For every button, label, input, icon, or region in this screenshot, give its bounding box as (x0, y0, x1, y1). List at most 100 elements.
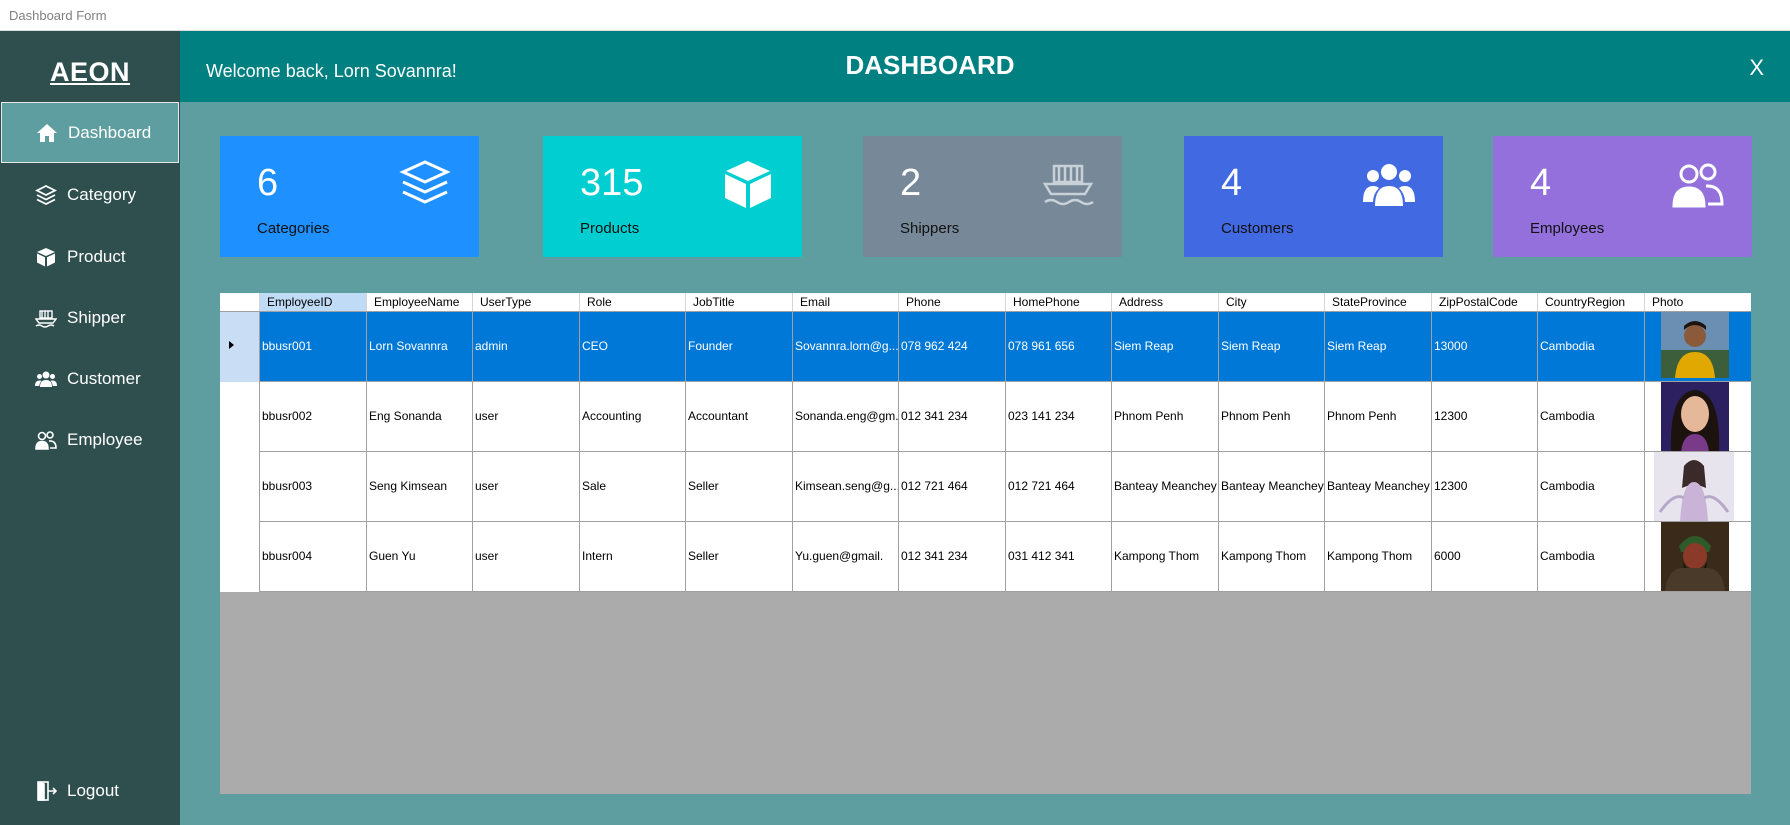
stat-value: 4 (1530, 162, 1552, 204)
table-cell[interactable]: Guen Yu (367, 522, 473, 591)
table-cell[interactable]: 012 341 234 (899, 522, 1006, 591)
header: Welcome back, Lorn Sovannra! DASHBOARD X (180, 31, 1790, 102)
table-header: EmployeeID EmployeeName UserType Role Jo… (220, 293, 1751, 312)
row-header[interactable] (220, 382, 260, 452)
table-row[interactable]: bbusr002 Eng Sonanda user Accounting Account… (220, 382, 1751, 452)
table-cell[interactable]: 031 412 341 (1006, 522, 1112, 591)
table-cell[interactable]: Seller (686, 452, 793, 521)
table-row[interactable]: bbusr004 Guen Yu user Intern Seller Yu.guen@g… (220, 522, 1751, 592)
column-header[interactable]: Phone (899, 293, 1006, 311)
table-cell[interactable]: Eng Sonanda (367, 382, 473, 451)
table-cell[interactable]: 078 962 424 (899, 312, 1006, 381)
table-cell[interactable]: Kampong Thom (1112, 522, 1219, 591)
table-cell[interactable]: Seller (686, 522, 793, 591)
table-cell[interactable]: Kampong Thom (1219, 522, 1325, 591)
table-cell[interactable]: 023 141 234 (1006, 382, 1112, 451)
table-cell[interactable]: 078 961 656 (1006, 312, 1112, 381)
sidebar-item-shipper[interactable]: Shipper (1, 287, 179, 348)
logout-icon (35, 780, 57, 802)
row-header[interactable] (220, 312, 260, 382)
table-cell[interactable]: bbusr004 (260, 522, 367, 591)
table-cell[interactable]: 12300 (1432, 382, 1538, 451)
column-header[interactable]: HomePhone (1006, 293, 1112, 311)
table-cell[interactable]: bbusr002 (260, 382, 367, 451)
column-header[interactable]: JobTitle (686, 293, 793, 311)
table-cell[interactable]: Siem Reap (1219, 312, 1325, 381)
table-cell[interactable]: Founder (686, 312, 793, 381)
table-cell[interactable]: Accountant (686, 382, 793, 451)
table-cell[interactable]: Banteay Meanchey (1325, 452, 1432, 521)
table-cell[interactable]: Banteay Meanchey (1219, 452, 1325, 521)
table-cell-photo[interactable] (1645, 382, 1751, 451)
table-cell[interactable]: user (473, 522, 580, 591)
table-cell[interactable]: Sovannra.lorn@g... (793, 312, 899, 381)
table-cell-photo[interactable] (1645, 522, 1751, 591)
sidebar-item-category[interactable]: Category (1, 164, 179, 225)
table-cell[interactable]: Siem Reap (1325, 312, 1432, 381)
sidebar-item-label: Shipper (67, 307, 126, 327)
employee-table[interactable]: EmployeeID EmployeeName UserType Role Jo… (220, 293, 1751, 794)
table-cell[interactable]: user (473, 382, 580, 451)
table-cell[interactable]: Siem Reap (1112, 312, 1219, 381)
table-cell[interactable]: Intern (580, 522, 686, 591)
table-cell[interactable]: CEO (580, 312, 686, 381)
table-cell[interactable]: Phnom Penh (1219, 382, 1325, 451)
table-cell[interactable]: 12300 (1432, 452, 1538, 521)
row-header[interactable] (220, 522, 260, 592)
table-cell[interactable]: admin (473, 312, 580, 381)
table-cell-photo[interactable] (1645, 312, 1751, 381)
ship-icon (35, 307, 57, 329)
sidebar-item-dashboard[interactable]: Dashboard (1, 102, 179, 163)
stat-label: Shippers (900, 220, 960, 237)
table-cell[interactable]: Seng Kimsean (367, 452, 473, 521)
table-cell[interactable]: Banteay Meanchey (1112, 452, 1219, 521)
column-header[interactable]: EmployeeID (260, 293, 367, 311)
sidebar-item-customer[interactable]: Customer (1, 348, 179, 409)
column-header[interactable]: Email (793, 293, 899, 311)
table-cell[interactable]: 6000 (1432, 522, 1538, 591)
column-header[interactable]: Photo (1645, 293, 1751, 311)
table-row[interactable]: bbusr001 Lorn Sovannra admin CEO Founder Sova… (220, 312, 1751, 382)
column-header[interactable]: UserType (473, 293, 580, 311)
table-cell[interactable]: Kimsean.seng@g... (793, 452, 899, 521)
table-cell[interactable]: Cambodia (1538, 312, 1645, 381)
table-cell[interactable]: user (473, 452, 580, 521)
sidebar-item-product[interactable]: Product (1, 226, 179, 287)
home-icon (36, 122, 58, 144)
table-cell[interactable]: 012 721 464 (899, 452, 1006, 521)
table-cell[interactable]: Sale (580, 452, 686, 521)
column-header[interactable]: City (1219, 293, 1325, 311)
table-cell[interactable]: Kampong Thom (1325, 522, 1432, 591)
logout-button[interactable]: Logout (1, 760, 179, 821)
table-cell[interactable]: Cambodia (1538, 382, 1645, 451)
column-header[interactable]: StateProvince (1325, 293, 1432, 311)
table-cell[interactable]: bbusr003 (260, 452, 367, 521)
stat-label: Customers (1221, 220, 1294, 237)
column-header[interactable]: Address (1112, 293, 1219, 311)
box-icon (725, 161, 771, 208)
column-header[interactable]: EmployeeName (367, 293, 473, 311)
table-cell[interactable]: Sonanda.eng@gm... (793, 382, 899, 451)
table-cell[interactable]: Accounting (580, 382, 686, 451)
column-header[interactable]: ZipPostalCode (1432, 293, 1538, 311)
stat-card-categories: 6 Categories (220, 136, 479, 257)
table-cell[interactable]: Phnom Penh (1112, 382, 1219, 451)
table-cell[interactable]: 012 341 234 (899, 382, 1006, 451)
table-cell[interactable]: Cambodia (1538, 452, 1645, 521)
table-cell[interactable]: Lorn Sovannra (367, 312, 473, 381)
sidebar-item-employee[interactable]: Employee (1, 409, 179, 470)
table-cell[interactable]: 012 721 464 (1006, 452, 1112, 521)
table-cell-photo[interactable] (1645, 452, 1751, 521)
employee-photo (1661, 312, 1729, 381)
table-cell[interactable]: bbusr001 (260, 312, 367, 381)
sidebar-item-label: Product (67, 246, 126, 266)
table-cell[interactable]: Yu.guen@gmail. (793, 522, 899, 591)
column-header[interactable]: Role (580, 293, 686, 311)
table-cell[interactable]: 13000 (1432, 312, 1538, 381)
table-row[interactable]: bbusr003 Seng Kimsean user Sale Seller Kimsea… (220, 452, 1751, 522)
row-header[interactable] (220, 452, 260, 522)
column-header[interactable]: CountryRegion (1538, 293, 1645, 311)
close-button[interactable]: X (1749, 55, 1764, 81)
table-cell[interactable]: Phnom Penh (1325, 382, 1432, 451)
table-cell[interactable]: Cambodia (1538, 522, 1645, 591)
